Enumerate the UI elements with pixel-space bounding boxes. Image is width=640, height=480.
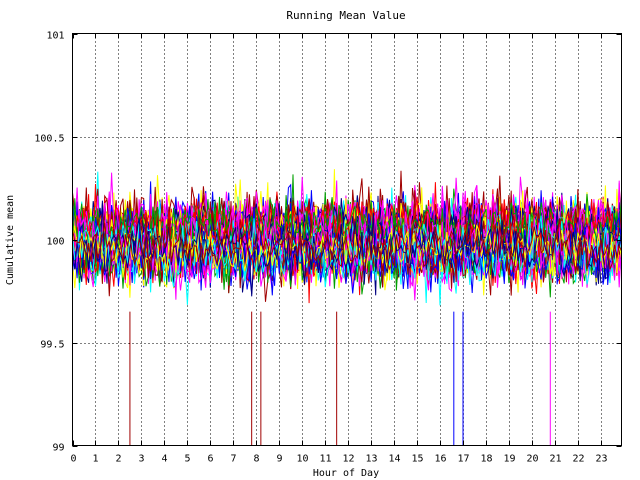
x-tick-label: 2 xyxy=(115,454,121,465)
x-tick-label: 19 xyxy=(503,454,515,465)
y-tick-label: 100.5 xyxy=(34,134,64,145)
chart-title: Running Mean Value xyxy=(286,9,405,22)
x-axis-label: Hour of Day xyxy=(313,468,379,479)
x-tick-label: 17 xyxy=(457,454,469,465)
spike-lines xyxy=(129,311,551,446)
x-tick-label: 15 xyxy=(411,454,423,465)
x-tick-label: 20 xyxy=(526,454,538,465)
x-tick-label: 7 xyxy=(230,454,236,465)
x-tick-label: 21 xyxy=(549,454,561,465)
x-tick-label: 18 xyxy=(480,454,492,465)
x-tick-label: 8 xyxy=(253,454,259,465)
x-tick-label: 22 xyxy=(572,454,584,465)
y-axis-label: Cumulative mean xyxy=(5,195,16,285)
x-tick-label: 16 xyxy=(434,454,446,465)
x-tick-label: 13 xyxy=(365,454,377,465)
y-tick-label: 99.5 xyxy=(40,340,64,351)
x-tick-label: 11 xyxy=(319,454,331,465)
y-tick-label: 101 xyxy=(46,31,64,42)
running-mean-chart: Running Mean Value Cumulative mean Hour … xyxy=(5,9,622,479)
x-tick-label: 4 xyxy=(161,454,167,465)
x-tick-label: 12 xyxy=(342,454,354,465)
x-tick-label: 3 xyxy=(138,454,144,465)
x-tick-label: 14 xyxy=(388,454,400,465)
x-tick-label: 10 xyxy=(296,454,308,465)
x-tick-label: 1 xyxy=(92,454,98,465)
y-tick-label: 100 xyxy=(46,237,64,248)
x-tick-label: 5 xyxy=(184,454,190,465)
x-tick-label: 6 xyxy=(207,454,213,465)
series-lines xyxy=(72,169,622,306)
x-tick-label: 9 xyxy=(276,454,282,465)
y-tick-label: 99 xyxy=(52,443,64,454)
x-tick-label: 23 xyxy=(595,454,607,465)
x-tick-label: 0 xyxy=(70,454,76,465)
